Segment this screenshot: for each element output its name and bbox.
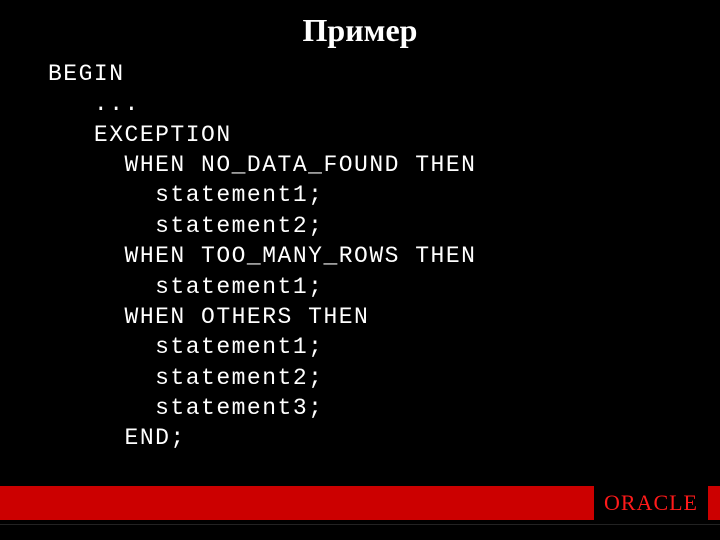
slide: Пример BEGIN ... EXCEPTION WHEN NO_DATA_… (0, 0, 720, 540)
code-line: END; (48, 423, 720, 453)
code-line: statement1; (48, 332, 720, 362)
brand-label: ORACLE (604, 490, 698, 516)
code-line: statement2; (48, 363, 720, 393)
code-block: BEGIN ... EXCEPTION WHEN NO_DATA_FOUND T… (0, 59, 720, 454)
code-line: statement1; (48, 272, 720, 302)
code-line: ... (48, 89, 720, 119)
slide-title: Пример (0, 0, 720, 59)
code-line: BEGIN (48, 59, 720, 89)
code-line: statement1; (48, 180, 720, 210)
brand-box: ORACLE (594, 486, 708, 520)
code-line: statement2; (48, 211, 720, 241)
divider-line (0, 524, 720, 525)
code-line: WHEN TOO_MANY_ROWS THEN (48, 241, 720, 271)
code-line: WHEN OTHERS THEN (48, 302, 720, 332)
code-line: WHEN NO_DATA_FOUND THEN (48, 150, 720, 180)
code-line: statement3; (48, 393, 720, 423)
code-line: EXCEPTION (48, 120, 720, 150)
footer-bar: ORACLE (0, 486, 720, 520)
